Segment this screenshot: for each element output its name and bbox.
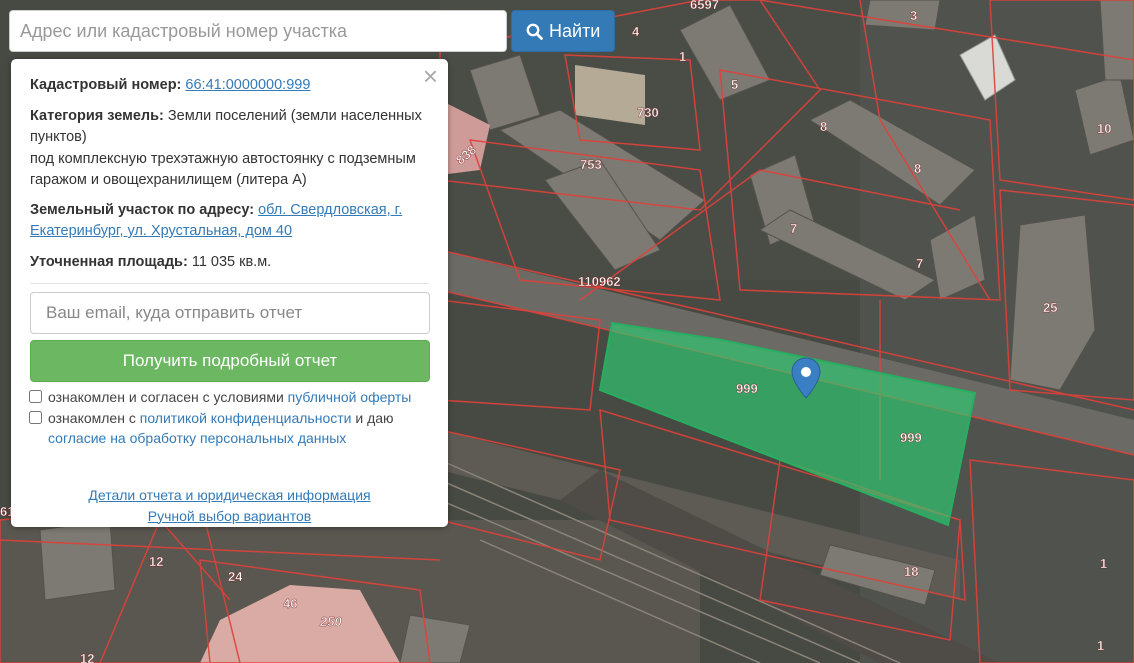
plot-label: 110962 (578, 274, 621, 289)
category-label: Категория земель: (30, 107, 164, 124)
manual-selection-link[interactable]: Ручной выбор вариантов (30, 506, 429, 527)
offer-consent-row: ознакомлен и согласен с условиями публич… (29, 387, 429, 408)
plot-label: 7 (790, 221, 797, 236)
area-value: 11 035 кв.м. (191, 253, 272, 270)
offer-consent-checkbox[interactable] (29, 390, 42, 403)
plot-label: 12 (149, 554, 163, 569)
parcel-info-panel: × Кадастровый номер: 66:41:0000000:999 К… (11, 59, 448, 527)
plot-label: 46 (283, 596, 297, 611)
data-processing-consent-link[interactable]: согласие на обработку персональных данны… (48, 430, 346, 446)
privacy-consent-text-a: ознакомлен с (48, 409, 140, 426)
privacy-policy-link[interactable]: политикой конфиденциальности (140, 410, 352, 426)
report-details-link[interactable]: Детали отчета и юридическая информация (30, 485, 429, 506)
purpose-text: под комплексную трехэтажную автостоянку … (30, 150, 416, 189)
plot-label: 25 (1043, 300, 1057, 315)
plot-label: 18 (904, 564, 918, 579)
search-bar: Найти (9, 10, 616, 52)
plot-label: 753 (580, 157, 602, 172)
plot-label: 999 (900, 430, 922, 445)
area-label: Уточненная площадь: (30, 253, 188, 270)
privacy-consent-row: ознакомлен с политикой конфиденциальност… (29, 408, 429, 449)
category-row: Категория земель: Земли поселений (земли… (30, 106, 429, 192)
plot-label: 730 (637, 105, 659, 120)
privacy-consent-text-b: и даю (351, 409, 394, 426)
plot-label: 24 (228, 569, 243, 584)
close-icon[interactable]: × (423, 63, 438, 89)
cadastral-label: Кадастровый номер: (30, 77, 182, 93)
plot-label: 1 (1100, 556, 1107, 571)
email-field[interactable] (30, 292, 430, 334)
plot-label: 999 (736, 381, 758, 396)
plot-label: 8 (914, 161, 921, 176)
privacy-consent-checkbox[interactable] (29, 410, 42, 424)
get-report-button[interactable]: Получить подробный отчет (30, 340, 430, 382)
search-input[interactable] (9, 10, 507, 52)
plot-label: 7 (916, 256, 923, 271)
plot-label: 3 (910, 8, 917, 23)
plot-label: 5 (731, 77, 738, 92)
plot-label: 8 (820, 119, 827, 134)
privacy-consent-label: ознакомлен с политикой конфиденциальност… (48, 408, 394, 449)
search-button-label: Найти (549, 20, 601, 41)
footer-links: Детали отчета и юридическая информация Р… (30, 485, 429, 527)
plot-label: 1 (679, 49, 686, 64)
area-row: Уточненная площадь: 11 035 кв.м. (30, 252, 429, 274)
public-offer-link[interactable]: публичной оферты (288, 389, 412, 405)
plot-label: 12 (80, 651, 94, 663)
plot-label: 4 (632, 24, 640, 39)
address-row: Земельный участок по адресу: обл. Свердл… (30, 200, 429, 243)
plot-label: 6597 (690, 0, 719, 12)
plot-label: 10 (1097, 121, 1111, 136)
search-button[interactable]: Найти (511, 10, 616, 52)
search-icon (526, 23, 543, 40)
cadastral-row: Кадастровый номер: 66:41:0000000:999 (30, 75, 429, 97)
cadastral-number-link[interactable]: 66:41:0000000:999 (185, 77, 310, 93)
offer-consent-label: ознакомлен и согласен с условиями публич… (48, 387, 411, 408)
plot-label: 250 (319, 614, 342, 629)
offer-consent-text: ознакомлен и согласен с условиями (48, 389, 288, 405)
plot-label: 1 (1097, 638, 1104, 653)
divider (30, 283, 429, 284)
address-label: Земельный участок по адресу: (30, 201, 255, 218)
